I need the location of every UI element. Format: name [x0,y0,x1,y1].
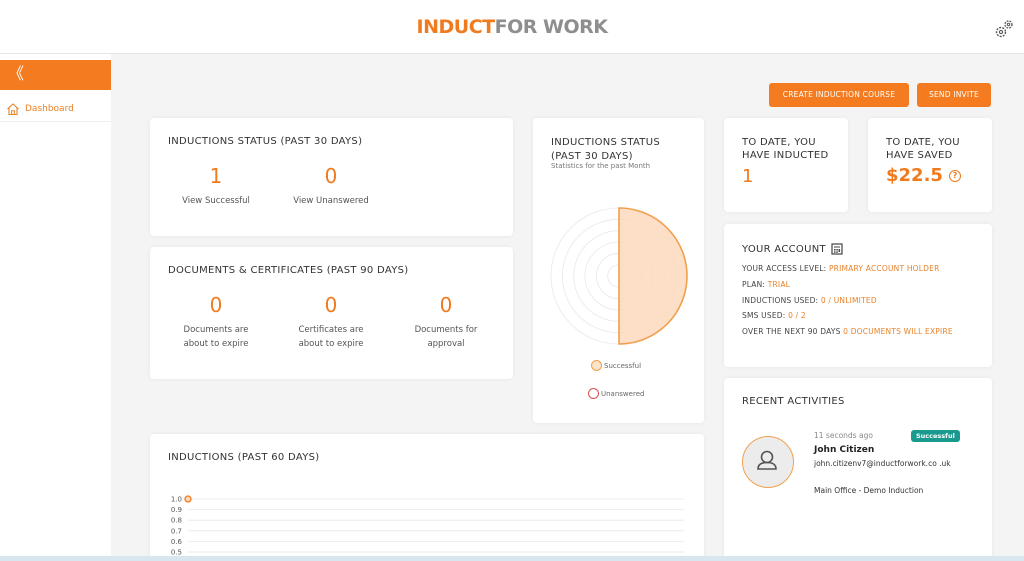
card-title-line1: INDUCTIONS STATUS [551,137,660,148]
inductions-used-label: INDUCTIONS USED: [742,296,821,305]
sms-used-label: SMS USED: [742,311,789,320]
your-account-card: YOUR ACCOUNT YOUR ACCESS LEVEL: PRIMARY … [724,224,992,367]
recent-activities-card: RECENT ACTIVITIES 11 seconds ago Success… [724,378,992,561]
inductions-status-card: INDUCTIONS STATUS (PAST 30 DAYS) 1 View … [150,118,513,236]
card-title: RECENT ACTIVITIES [742,396,845,407]
saved-total-card: TO DATE, YOU HAVE SAVED $22.5 ? [868,118,992,212]
activity-course: Main Office - Demo Induction [814,486,924,495]
app-logo[interactable]: INDUCTFOR WORK [0,16,1024,38]
y-tick-label: 0.8 [171,517,182,525]
status-badge: Successful [911,430,960,442]
card-title-line2: HAVE SAVED [886,150,953,161]
documents-expire-line: OVER THE NEXT 90 DAYS 0 DOCUMENTS WILL E… [742,327,953,336]
saved-value-row: $22.5 ? [886,165,961,186]
sidebar-item-dashboard[interactable]: Dashboard [0,96,111,122]
documents-approval-label: Documents for approval [396,323,496,351]
y-tick-label: 0.6 [171,538,183,546]
card-title: INDUCTIONS STATUS (PAST 30 DAYS) [168,136,363,147]
card-title: DOCUMENTS & CERTIFICATES (PAST 90 DAYS) [168,265,409,276]
line-point[interactable] [184,495,192,503]
view-successful-link[interactable]: View Successful [166,194,266,208]
plan-line: PLAN: TRIAL [742,280,790,289]
view-unanswered-link[interactable]: View Unanswered [281,194,381,208]
inductions-line-chart: 1.00.90.80.70.60.5 [171,495,684,557]
saved-value: $22.5 [886,165,943,186]
activity-user-name[interactable]: John Citizen [814,445,874,455]
sidebar-item-label: Dashboard [25,103,74,114]
card-title: TO DATE, YOU HAVE INDUCTED [742,136,829,162]
avatar[interactable] [742,436,794,488]
sidebar: 《 Dashboard [0,54,111,561]
documents-expire-line1: Documents are [183,325,249,335]
sms-used-line: SMS USED: 0 / 2 [742,311,806,320]
plan-label: PLAN: [742,280,768,289]
access-level-label: YOUR ACCESS LEVEL: [742,264,829,273]
legend-item-unanswered[interactable]: Unanswered [588,388,644,399]
pie-chart [550,207,688,345]
card-title-line2: HAVE INDUCTED [742,150,829,161]
certificates-expire-count[interactable]: 0 [281,293,381,317]
certificates-expire-line2: about to expire [298,339,364,349]
legend-swatch [591,360,602,371]
legend-item-successful[interactable]: Successful [591,360,641,371]
documents-expire-line2: about to expire [183,339,249,349]
plan-value[interactable]: TRIAL [768,280,790,289]
calculator-icon [831,243,843,255]
inductions-status-pie-card: INDUCTIONS STATUS (PAST 30 DAYS) Statist… [533,118,704,423]
successful-count[interactable]: 1 [166,164,266,188]
inductions-used-line: INDUCTIONS USED: 0 / UNLIMITED [742,296,877,305]
y-tick-label: 1.0 [171,496,182,504]
logo-part-for-work: FOR WORK [494,16,608,38]
legend-label: Successful [604,361,642,370]
y-tick-label: 0.9 [171,506,182,514]
documents-approval-line2: approval [427,339,465,349]
inductions-60-days-card: INDUCTIONS (PAST 60 DAYS) 1.0 0.9 0.8 0.7 0.… [150,434,704,561]
documents-expire-label: Documents are about to expire [166,323,266,351]
legend-swatch [588,388,599,399]
account-header: YOUR ACCOUNT [742,243,843,255]
documents-expire-value[interactable]: 0 DOCUMENTS WILL EXPIRE [843,327,953,336]
documents-approval-count[interactable]: 0 [396,293,496,317]
card-title: TO DATE, YOU HAVE SAVED [886,136,960,162]
question-icon[interactable]: ? [948,169,961,182]
unanswered-count[interactable]: 0 [281,164,381,188]
legend-label: Unanswered [601,389,645,398]
documents-certificates-card: DOCUMENTS & CERTIFICATES (PAST 90 DAYS) … [150,247,513,379]
pie-slice-successful[interactable] [618,207,688,345]
inducted-total-card: TO DATE, YOU HAVE INDUCTED 1 [724,118,848,212]
sms-used-value: 0 / 2 [788,311,806,320]
bottom-scroll-strip [0,556,1024,561]
create-induction-course-button[interactable]: CREATE INDUCTION COURSE [769,83,909,107]
activity-user-email: john.citizenv7@inductforwork.co .uk [814,459,951,468]
send-invite-button[interactable]: SEND INVITE [917,83,991,107]
card-title: INDUCTIONS STATUS (PAST 30 DAYS) [551,136,660,164]
access-level-line: YOUR ACCESS LEVEL: PRIMARY ACCOUNT HOLDE… [742,264,940,273]
gear-icon[interactable] [993,18,1015,40]
documents-approval-line1: Documents for [414,325,478,335]
inducted-value: 1 [742,166,754,187]
card-title-line2: (PAST 30 DAYS) [551,151,633,162]
home-icon [7,102,19,115]
collapse-sidebar-button[interactable]: 《 [0,60,111,90]
card-title: YOUR ACCOUNT [742,243,826,255]
card-title: INDUCTIONS (PAST 60 DAYS) [168,452,320,463]
user-icon [757,451,778,471]
card-subtitle: Statistics for the past Month [551,162,651,170]
certificates-expire-line1: Certificates are [298,325,364,335]
access-level-value: PRIMARY ACCOUNT HOLDER [828,264,940,273]
top-bar: INDUCTFOR WORK [0,0,1024,54]
y-tick-label: 0.7 [171,527,182,535]
documents-expire-count[interactable]: 0 [166,293,266,317]
card-title-line1: TO DATE, YOU [742,137,816,148]
logo-part-induct: INDUCT [416,16,496,38]
certificates-expire-label: Certificates are about to expire [281,323,381,351]
activity-time: 11 seconds ago [814,431,873,440]
card-title-line1: TO DATE, YOU [886,137,960,148]
inductions-used-value: 0 / UNLIMITED [820,296,877,305]
documents-expire-label: OVER THE NEXT 90 DAYS [742,327,844,336]
